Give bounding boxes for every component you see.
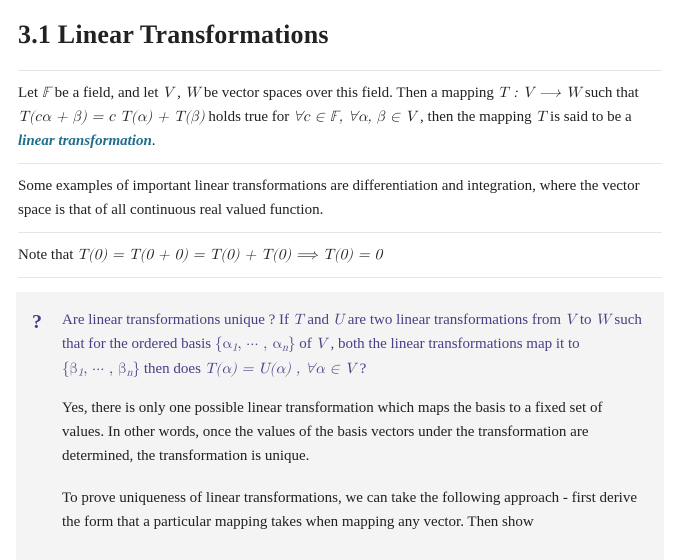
math-T: T bbox=[535, 109, 546, 124]
divider bbox=[18, 163, 662, 164]
question-mark-icon: ? bbox=[32, 306, 42, 338]
text: holds true for bbox=[208, 109, 293, 125]
math-quantifiers: ∀c ∈ 𝔽, ∀α, β ∈ V bbox=[293, 109, 416, 124]
linear-transformation-link[interactable]: linear transformation bbox=[18, 133, 152, 149]
math-V: V bbox=[565, 312, 576, 327]
text: ? bbox=[360, 361, 367, 377]
math-V: V bbox=[162, 85, 173, 100]
text: , bbox=[177, 85, 185, 101]
text: . bbox=[152, 133, 156, 149]
text: be vector spaces over this field. Then a… bbox=[204, 85, 498, 101]
divider bbox=[18, 277, 662, 278]
math-mapping: T : V ⟶ W bbox=[498, 85, 582, 100]
math-beta-basis: {β1, ⋯ , βn} bbox=[62, 361, 140, 376]
text: Let bbox=[18, 85, 42, 101]
math-T: T bbox=[293, 312, 304, 327]
text: to bbox=[580, 312, 595, 328]
section-heading: 3.1 Linear Transformations bbox=[18, 14, 662, 56]
math-W: W bbox=[595, 312, 610, 327]
text: , then the mapping bbox=[420, 109, 535, 125]
math-field-F: 𝔽 bbox=[42, 85, 51, 100]
callout-question: Are linear transformations unique ? If T… bbox=[62, 308, 644, 382]
callout-answer-2: To prove uniqueness of linear transforma… bbox=[62, 486, 644, 534]
divider bbox=[18, 70, 662, 71]
note-paragraph: Note that T(0) = T(0 + 0) = T(0) + T(0) … bbox=[18, 243, 662, 267]
text: , both the linear transformations map it… bbox=[331, 336, 580, 352]
callout-answer-1: Yes, there is only one possible linear t… bbox=[62, 396, 644, 468]
math-equality: T(α) = U(α) , ∀α ∈ V bbox=[205, 361, 356, 376]
math-linearity-condition: T(cα + β) = c T(α) + T(β) bbox=[18, 109, 205, 124]
text: such that bbox=[585, 85, 639, 101]
math-W: W bbox=[185, 85, 200, 100]
math-U: U bbox=[333, 312, 344, 327]
text: is said to be a bbox=[550, 109, 632, 125]
text: be a field, and let bbox=[55, 85, 162, 101]
text: of bbox=[299, 336, 315, 352]
math-T-zero: T(0) = T(0 + 0) = T(0) + T(0) ⟹ T(0) = 0 bbox=[77, 247, 382, 262]
text: and bbox=[307, 312, 332, 328]
math-V: V bbox=[315, 336, 326, 351]
text: are two linear transformations from bbox=[348, 312, 565, 328]
examples-paragraph: Some examples of important linear transf… bbox=[18, 174, 662, 222]
text: Note that bbox=[18, 247, 77, 263]
question-callout: ? Are linear transformations unique ? If… bbox=[16, 292, 664, 560]
math-alpha-basis: {α1, ⋯ , αn} bbox=[215, 336, 296, 351]
definition-paragraph: Let 𝔽 be a field, and let V , W be vecto… bbox=[18, 81, 662, 153]
text: Are linear transformations unique ? If bbox=[62, 312, 293, 328]
text: then does bbox=[144, 361, 205, 377]
divider bbox=[18, 232, 662, 233]
